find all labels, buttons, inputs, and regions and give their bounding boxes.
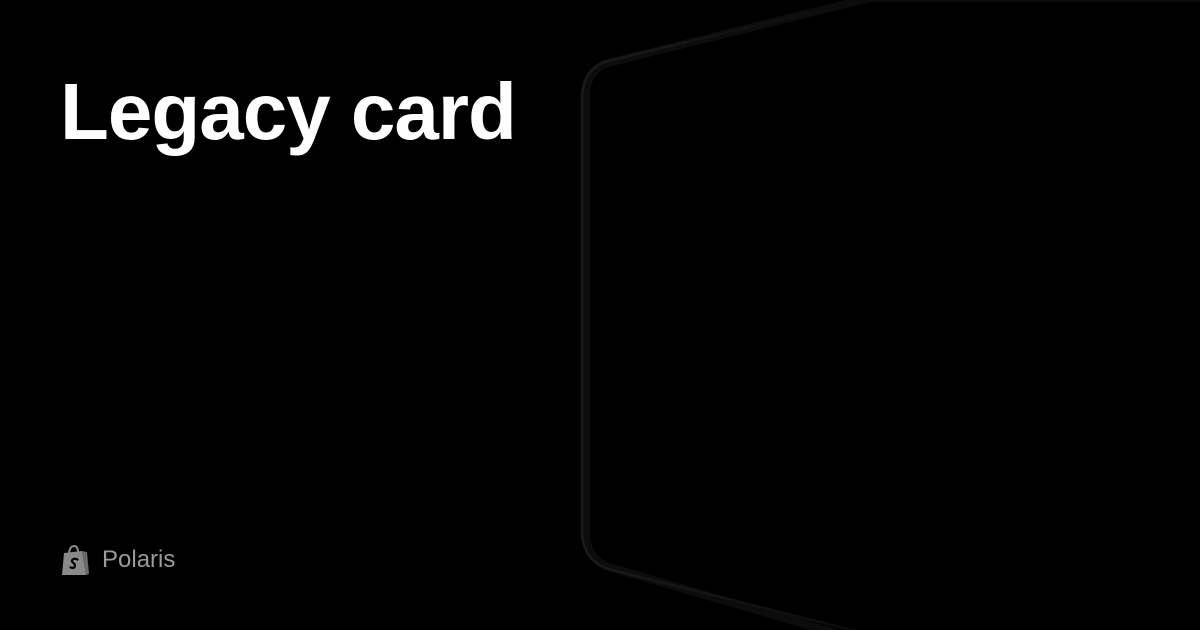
brand-name: Polaris <box>102 546 176 573</box>
brand: Polaris <box>60 544 175 576</box>
card-outline-shadow <box>582 0 1200 630</box>
page-title: Legacy card <box>60 67 517 156</box>
shopify-bag-icon <box>60 544 90 576</box>
og-image: Legacy card Polaris <box>0 0 1200 630</box>
